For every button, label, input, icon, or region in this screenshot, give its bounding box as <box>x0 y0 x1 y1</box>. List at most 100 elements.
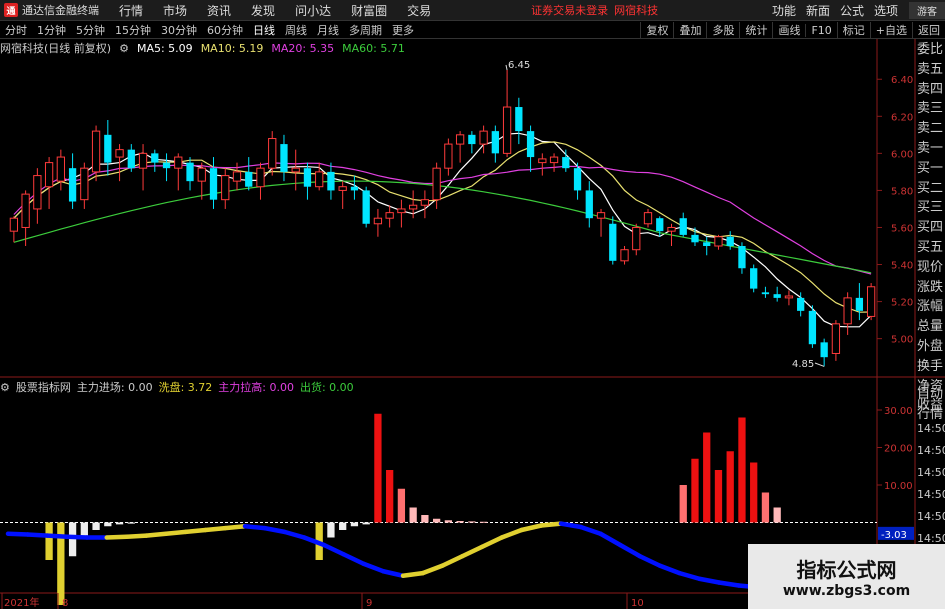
period-tab-monthly[interactable]: 月线 <box>312 22 344 38</box>
guest-button[interactable]: 游客 <box>909 2 945 19</box>
back-button[interactable]: 返回 <box>912 22 945 38</box>
red-signal-bar <box>773 507 781 523</box>
red-signal-bar <box>714 470 723 523</box>
multi-stock-button[interactable]: 多股 <box>706 22 739 38</box>
chart-grid <box>0 39 945 609</box>
period-tab-more[interactable]: 更多 <box>387 22 419 38</box>
indicator-wave-segment <box>25 532 50 538</box>
time-tick-label: 9 <box>366 598 372 609</box>
menu-item-market[interactable]: 市场 <box>153 2 197 19</box>
red-signal-bar <box>468 521 476 523</box>
menu-item-trade[interactable]: 交易 <box>397 2 441 19</box>
indicator-name[interactable]: 股票指标网 <box>16 379 71 395</box>
candle-body <box>797 297 805 311</box>
menu-item-ask[interactable]: 问小达 <box>285 2 341 19</box>
indicator-wave-segment <box>578 524 603 536</box>
indicator-wave-segment <box>5 531 30 537</box>
candle-body <box>773 294 781 298</box>
candle-body <box>91 130 101 173</box>
white-signal-bar <box>350 522 359 527</box>
candle-body <box>596 212 606 219</box>
stock-title[interactable]: 网宿科技(日线 前复权) <box>0 40 111 56</box>
candle-body <box>691 234 699 243</box>
period-tab-daily[interactable]: 日线 <box>248 22 280 38</box>
out-label: 出货: 0.00 <box>299 381 354 394</box>
menu-item-functions[interactable]: 功能 <box>767 2 801 19</box>
time-tick-label: 2021年 <box>4 596 39 609</box>
candle-body <box>21 193 30 228</box>
candle-body <box>703 242 711 246</box>
candle-body <box>632 226 641 251</box>
login-warning[interactable]: 证券交易未登录 <box>531 2 608 18</box>
low-price-annotation: 4.85 <box>792 359 814 370</box>
indicator-wave-segment <box>677 570 702 581</box>
price-tick-label: 6.00 <box>891 149 913 160</box>
price-chart[interactable]: 6.40 6.20 6.00 5.80 5.60 5.40 5.20 5.00 30.00 20… <box>0 39 945 609</box>
candle-body <box>232 171 242 182</box>
right-menu: 功能 新面 公式 选项 游客 <box>767 0 945 21</box>
pull-value: : 0.00 <box>262 380 294 394</box>
menu-item-news[interactable]: 资讯 <box>197 2 241 19</box>
gear-icon[interactable]: ⚙ <box>119 42 129 55</box>
red-signal-bar <box>761 492 770 523</box>
menu-item-quotes[interactable]: 行情 <box>109 2 153 19</box>
draw-line-button[interactable]: 画线 <box>772 22 805 38</box>
menu-item-new-layout[interactable]: 新面 <box>801 2 835 19</box>
price-tick-label: 6.40 <box>891 75 913 86</box>
current-value-label: -3.03 <box>881 530 907 541</box>
red-signal-bar <box>679 485 687 523</box>
candle-body <box>750 268 758 289</box>
menu-item-options[interactable]: 选项 <box>869 2 903 19</box>
candle-body <box>515 107 523 132</box>
period-tab-5min[interactable]: 5分钟 <box>71 22 110 38</box>
side-label-buy3: 买三 <box>917 200 944 216</box>
indicator-wave-segment <box>479 535 504 550</box>
add-watchlist-button[interactable]: +自选 <box>869 22 912 38</box>
period-tab-30min[interactable]: 30分钟 <box>156 22 202 38</box>
side-label-sell4: 卖四 <box>917 81 944 97</box>
candle-body <box>866 286 876 317</box>
period-tab-1min[interactable]: 1分钟 <box>32 22 71 38</box>
candle-body <box>68 168 77 202</box>
period-tab-weekly[interactable]: 周线 <box>280 22 312 38</box>
site-watermark: 指标公式网 www.zbgs3.com <box>748 544 945 609</box>
indicator-tick-label: 10.00 <box>884 481 913 492</box>
overlay-button[interactable]: 叠加 <box>673 22 706 38</box>
mark-button[interactable]: 标记 <box>836 22 870 38</box>
candle-body <box>643 212 653 225</box>
indicator-wave-segment <box>400 570 425 578</box>
indicator-gear-icon[interactable]: ⚙ <box>0 381 10 394</box>
indicator-wave-segment <box>499 527 524 540</box>
toolbar-right: 复权 叠加 多股 统计 画线 F10 标记 +自选 返回 <box>640 21 945 39</box>
period-tab-15min[interactable]: 15分钟 <box>110 22 156 38</box>
menu-item-discover[interactable]: 发现 <box>241 2 285 19</box>
candle-body <box>373 217 383 225</box>
time-tick-label: 10 <box>631 598 644 609</box>
candle-body <box>761 292 770 295</box>
indicator-wave-segment <box>657 563 682 576</box>
candle-body <box>820 342 828 358</box>
menu-item-formula[interactable]: 公式 <box>835 2 869 19</box>
side-time-label: 14:50 <box>917 444 945 457</box>
candle-body <box>104 134 112 163</box>
white-signal-bar <box>92 522 100 530</box>
period-tab-intraday[interactable]: 分时 <box>0 22 32 38</box>
candle-body <box>726 236 734 246</box>
restore-rights-button[interactable]: 复权 <box>640 22 673 38</box>
candle-body <box>549 156 559 164</box>
f10-button[interactable]: F10 <box>805 23 836 37</box>
red-signal-bar <box>456 521 464 523</box>
candle-body <box>197 167 206 182</box>
period-tab-multi[interactable]: 多周期 <box>344 22 387 38</box>
period-tab-60min[interactable]: 60分钟 <box>202 22 248 38</box>
main-in-label: 主力进场: 0.00 <box>76 381 153 394</box>
candle-body <box>667 226 676 232</box>
menu-item-wealth[interactable]: 财富圈 <box>341 2 397 19</box>
ma10-label: MA10: 5.19 <box>200 41 264 55</box>
statistics-button[interactable]: 统计 <box>739 22 772 38</box>
red-signal-bar <box>386 470 394 523</box>
candle-body <box>808 310 817 345</box>
candle-body <box>151 153 159 163</box>
side-label-sell3: 卖三 <box>917 101 944 117</box>
side-label-buy2: 买二 <box>917 180 944 196</box>
